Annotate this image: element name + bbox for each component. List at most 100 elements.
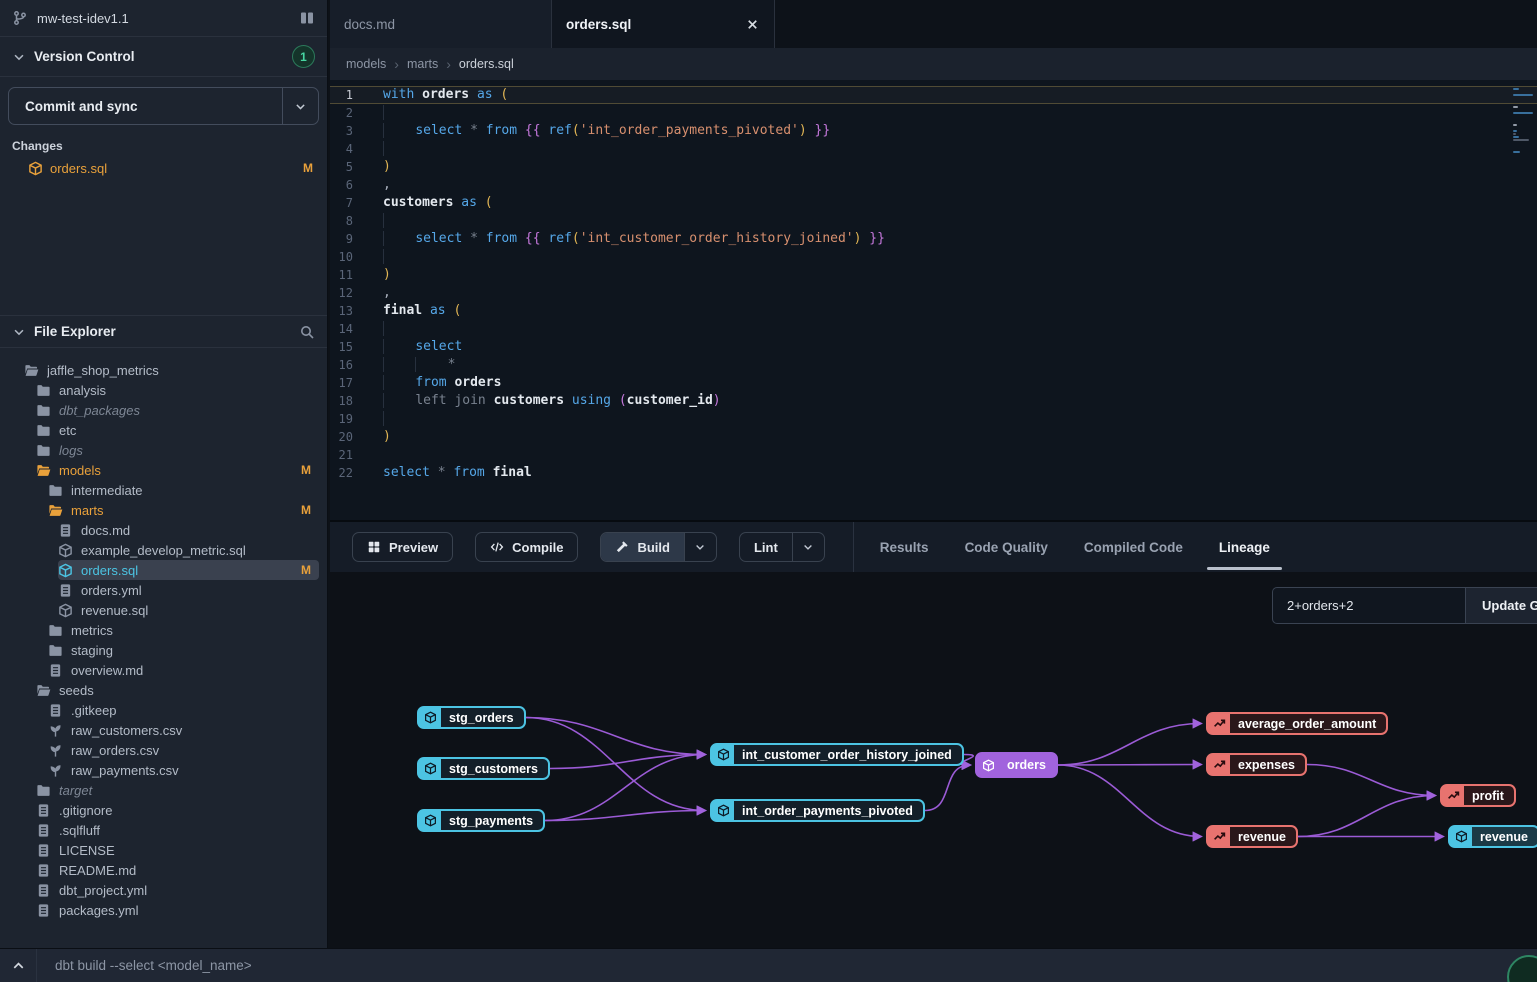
lineage-node-expenses[interactable]: expenses — [1206, 753, 1307, 776]
file-tree-label: etc — [59, 423, 311, 438]
file-tree-item[interactable]: etc — [36, 420, 319, 440]
lineage-node-label: profit — [1464, 786, 1514, 805]
breadcrumb-item[interactable]: models — [346, 57, 386, 71]
model-cube-icon — [419, 759, 441, 778]
code-line: 14 — [330, 320, 1537, 338]
lineage-node-int_order_payments_pivoted[interactable]: int_order_payments_pivoted — [710, 799, 925, 822]
breadcrumb-item[interactable]: marts — [407, 57, 438, 71]
file-tree-item[interactable]: intermediate — [48, 480, 319, 500]
code-line: 21 — [330, 446, 1537, 464]
lineage-filter-input[interactable] — [1272, 587, 1465, 624]
seed-icon — [48, 763, 63, 778]
file-tree-item[interactable]: docs.md — [58, 520, 319, 540]
file-tree-item[interactable]: seeds — [36, 680, 319, 700]
file-tree-item[interactable]: target — [36, 780, 319, 800]
lineage-node-orders[interactable]: orders — [975, 752, 1058, 778]
line-number: 11 — [330, 266, 365, 284]
file-tree-item[interactable]: jaffle_shop_metrics — [24, 360, 319, 380]
file-tree-item[interactable]: staging — [48, 640, 319, 660]
lineage-node-profit[interactable]: profit — [1440, 784, 1516, 807]
model-cube-icon — [419, 811, 441, 830]
file-tree-label: revenue.sql — [81, 603, 311, 618]
lineage-node-label: revenue — [1230, 827, 1296, 846]
version-control-title: Version Control — [34, 49, 292, 64]
file-tree-item[interactable]: .sqlfluff — [36, 820, 319, 840]
ide-app: mw-test-idev1.1 Version Control 1 Commit… — [0, 0, 1537, 982]
lint-button[interactable]: Lint — [740, 533, 792, 561]
lineage-node-revenue_model[interactable]: revenue — [1448, 825, 1537, 848]
line-number: 18 — [330, 392, 365, 410]
version-control-header[interactable]: Version Control 1 — [0, 37, 327, 77]
update-graph-button[interactable]: Update Graph — [1465, 587, 1537, 624]
build-button[interactable]: Build — [601, 533, 684, 561]
file-tree-item[interactable]: martsM — [48, 500, 319, 520]
file-tree-item[interactable]: orders.sqlM — [58, 560, 319, 580]
file-tree-item[interactable]: packages.yml — [36, 900, 319, 920]
file-tree-item[interactable]: modelsM — [36, 460, 319, 480]
repo-name[interactable]: mw-test-idev1.1 — [37, 11, 299, 26]
lineage-node-average_order_amount[interactable]: average_order_amount — [1206, 712, 1388, 735]
file-tree-item[interactable]: .gitignore — [36, 800, 319, 820]
editor-tab-docs-md[interactable]: docs.md — [330, 0, 551, 48]
lineage-node-int_customer_order_history_joined[interactable]: int_customer_order_history_joined — [710, 743, 964, 766]
model-cube-icon — [28, 161, 43, 176]
panel-tab-results[interactable]: Results — [880, 522, 929, 572]
commit-and-sync-button[interactable]: Commit and sync — [8, 87, 319, 125]
code-line: 6, — [330, 176, 1537, 194]
lineage-node-label: stg_orders — [441, 708, 524, 727]
lineage-node-stg_payments[interactable]: stg_payments — [417, 809, 545, 832]
code-editor[interactable]: 1with orders as (2 3 select * from {{ re… — [330, 80, 1537, 520]
preview-button[interactable]: Preview — [353, 533, 452, 561]
columns-layout-icon[interactable] — [299, 10, 315, 26]
search-icon[interactable] — [299, 324, 315, 340]
modified-badge: M — [303, 161, 313, 175]
close-tab-icon[interactable] — [745, 17, 760, 32]
folder-icon — [36, 443, 51, 458]
lint-options-chevron[interactable] — [792, 533, 824, 561]
folder-icon — [36, 423, 51, 438]
folder-icon — [48, 483, 63, 498]
editor-tab-orders-sql[interactable]: orders.sql — [551, 0, 775, 48]
file-tree-item[interactable]: raw_orders.csv — [48, 740, 319, 760]
build-button-group: Build — [600, 532, 717, 562]
line-number: 5 — [330, 158, 365, 176]
lineage-node-stg_orders[interactable]: stg_orders — [417, 706, 526, 729]
file-tree-label: dbt_packages — [59, 403, 311, 418]
file-tree-item[interactable]: analysis — [36, 380, 319, 400]
panel-tab-lineage[interactable]: Lineage — [1219, 522, 1270, 572]
panel-tab-code-quality[interactable]: Code Quality — [965, 522, 1048, 572]
file-tree-item[interactable]: metrics — [48, 620, 319, 640]
breadcrumb-item[interactable]: orders.sql — [459, 57, 514, 71]
lineage-node-revenue_metric[interactable]: revenue — [1206, 825, 1298, 848]
editor-minimap[interactable] — [1513, 88, 1535, 154]
lineage-node-stg_customers[interactable]: stg_customers — [417, 757, 550, 780]
panel-tab-compiled-code[interactable]: Compiled Code — [1084, 522, 1183, 572]
file-tree-item[interactable]: LICENSE — [36, 840, 319, 860]
file-tree-item[interactable]: revenue.sql — [58, 600, 319, 620]
line-number: 16 — [330, 356, 365, 374]
file-tree-item[interactable]: example_develop_metric.sql — [58, 540, 319, 560]
build-options-chevron[interactable] — [684, 533, 716, 561]
line-number: 6 — [330, 176, 365, 194]
changed-file-row[interactable]: orders.sql M — [0, 157, 327, 179]
file-tree-item[interactable]: logs — [36, 440, 319, 460]
doc-icon — [36, 903, 51, 918]
file-tree-item[interactable]: orders.yml — [58, 580, 319, 600]
line-number: 13 — [330, 302, 365, 320]
collapse-panel-chevron[interactable] — [0, 949, 37, 982]
dbt-command-input[interactable] — [37, 949, 1537, 982]
compile-button[interactable]: Compile — [476, 533, 577, 561]
file-tree-item[interactable]: overview.md — [48, 660, 319, 680]
file-explorer-header[interactable]: File Explorer — [0, 315, 327, 348]
lineage-node-label: stg_customers — [441, 759, 548, 778]
file-tree-item[interactable]: .gitkeep — [48, 700, 319, 720]
file-tree-item[interactable]: README.md — [36, 860, 319, 880]
file-tree-label: models — [59, 463, 301, 478]
file-tree-item[interactable]: dbt_project.yml — [36, 880, 319, 900]
file-tree-label: analysis — [59, 383, 311, 398]
file-tree-item[interactable]: dbt_packages — [36, 400, 319, 420]
file-tree-item[interactable]: raw_customers.csv — [48, 720, 319, 740]
file-tree-item[interactable]: raw_payments.csv — [48, 760, 319, 780]
line-number: 19 — [330, 410, 365, 428]
commit-options-chevron[interactable] — [282, 88, 318, 124]
